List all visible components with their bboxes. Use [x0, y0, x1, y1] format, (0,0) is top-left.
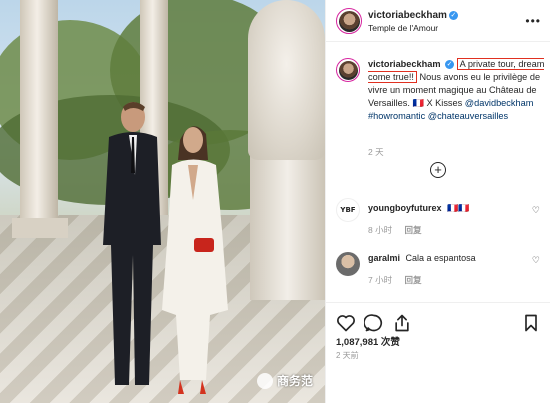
verified-badge-icon: ✓: [448, 10, 458, 20]
comment-username[interactable]: youngboyfuturex: [368, 203, 442, 213]
comment-meta: 8 小时 回复: [368, 224, 431, 236]
likes-count[interactable]: 1,087,981 次赞: [336, 334, 400, 348]
post-timestamp: 2 天前: [336, 351, 359, 360]
left-column: [20, 0, 58, 230]
mention-davidbeckham[interactable]: @davidbeckham: [465, 98, 534, 108]
author-avatar[interactable]: [336, 8, 362, 34]
comment-timestamp: 8 小时: [368, 225, 393, 235]
comment-like-heart-icon[interactable]: ♡: [532, 255, 540, 266]
caption-flag: 🇫🇷: [412, 98, 424, 108]
comment-icon[interactable]: [364, 313, 384, 333]
left-column-base: [12, 218, 68, 238]
comment-meta: 7 小时 回复: [368, 274, 431, 286]
post-location[interactable]: Temple de l'Amour: [368, 23, 438, 33]
post-sidebar: victoriabeckham ✓ Temple de l'Amour ••• v…: [325, 0, 550, 403]
verified-badge-icon: ✓: [445, 60, 455, 70]
reply-button[interactable]: 回复: [404, 275, 421, 285]
caption-timestamp: 2 天: [368, 147, 384, 157]
caption-author-avatar[interactable]: [336, 58, 360, 82]
post-header: victoriabeckham ✓ Temple de l'Amour •••: [326, 0, 550, 42]
plus-circle-icon[interactable]: +: [430, 162, 446, 178]
woman-in-white-dress: [162, 126, 228, 394]
watermark-text: 商务范: [276, 374, 313, 388]
comment-row: garalmi Cala a espantosa: [368, 253, 476, 263]
caption-kisses: Kisses: [435, 98, 463, 108]
ellipsis-icon[interactable]: •••: [525, 14, 541, 28]
watermark: 商务范: [256, 372, 313, 389]
comment-text: Cala a espantosa: [405, 253, 476, 263]
commenter-avatar[interactable]: YBF: [336, 198, 360, 222]
comment-row: youngboyfuturex 🇫🇷🇫🇷: [368, 203, 469, 214]
comment-timestamp: 7 小时: [368, 275, 393, 285]
bookmark-icon[interactable]: [521, 313, 541, 333]
caption-username[interactable]: victoriabeckham: [368, 59, 441, 69]
post-photo[interactable]: 商务范: [0, 0, 325, 403]
author-username-row: victoriabeckham ✓: [368, 10, 458, 21]
hashtag-howromantic[interactable]: #howromantic: [368, 111, 425, 121]
statue-pedestal: [250, 150, 325, 300]
comment-text: 🇫🇷🇫🇷: [447, 203, 470, 213]
author-username[interactable]: victoriabeckham: [368, 10, 447, 21]
caption-x: X: [426, 98, 433, 108]
post-caption: victoriabeckham ✓ A private tour, dream …: [368, 58, 546, 123]
heart-icon[interactable]: [336, 313, 356, 333]
wechat-icon: [256, 372, 273, 389]
share-icon[interactable]: [392, 313, 412, 333]
reply-button[interactable]: 回复: [404, 225, 421, 235]
comment-like-heart-icon[interactable]: ♡: [532, 205, 540, 216]
comment-username[interactable]: garalmi: [368, 253, 400, 263]
commenter-avatar[interactable]: [336, 252, 360, 276]
mention-chateauversailles[interactable]: @chateauversailles: [428, 111, 508, 121]
cupid-statue: [248, 0, 325, 160]
